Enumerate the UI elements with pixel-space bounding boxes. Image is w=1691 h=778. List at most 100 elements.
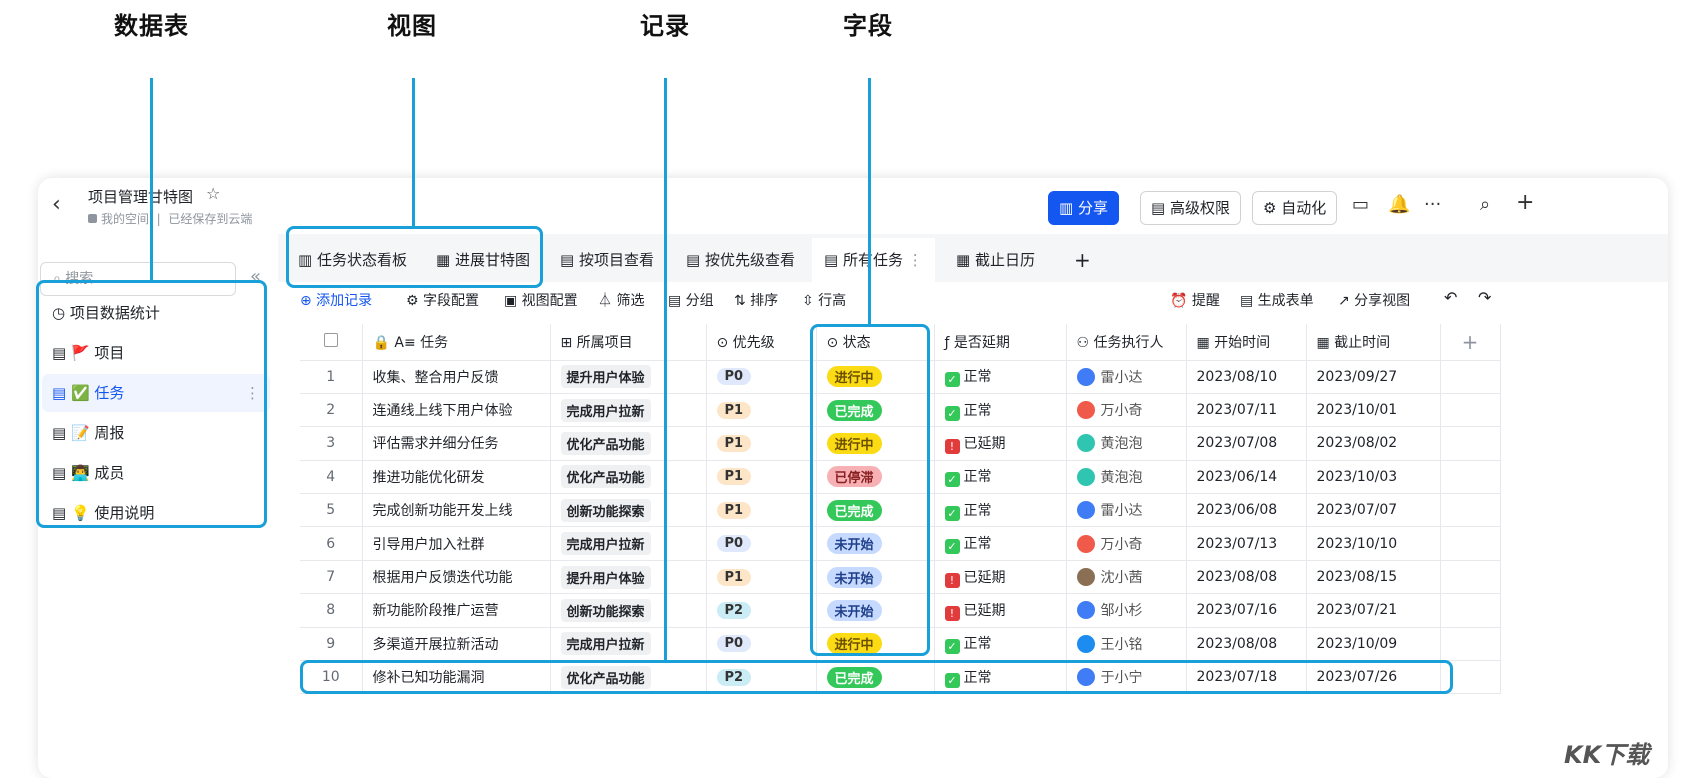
priority-cell[interactable]: P0	[706, 360, 817, 394]
automation-button[interactable]: ⚙ 自动化	[1252, 191, 1338, 225]
end-date-cell[interactable]: 2023/08/15	[1306, 560, 1441, 595]
owner-cell[interactable]: 邹小杉	[1066, 593, 1187, 628]
project-cell[interactable]: 完成用户拉新	[550, 526, 707, 561]
back-icon[interactable]: ‹	[52, 192, 61, 217]
tab-menu-icon[interactable]: ⋮	[903, 251, 923, 269]
delay-cell[interactable]: ! 已延期	[934, 426, 1067, 461]
more-icon[interactable]: ···	[1424, 194, 1441, 215]
delay-cell[interactable]: ! 已延期	[934, 593, 1067, 628]
project-cell[interactable]: 完成用户拉新	[550, 627, 707, 662]
row-number[interactable]: 7	[300, 560, 363, 595]
end-date-cell[interactable]: 2023/10/01	[1306, 393, 1441, 428]
view-tab[interactable]: ▤ 所有任务 ⋮	[812, 238, 935, 282]
priority-cell[interactable]: P2	[706, 593, 817, 628]
column-header[interactable]: ƒ 是否延期	[934, 324, 1067, 361]
start-date-cell[interactable]: 2023/06/14	[1186, 460, 1307, 495]
end-date-cell[interactable]: 2023/10/09	[1306, 627, 1441, 662]
redo-icon[interactable]: ↷	[1478, 288, 1491, 307]
column-header[interactable]: ⊙ 优先级	[706, 324, 817, 361]
priority-cell[interactable]: P0	[706, 627, 817, 662]
project-cell[interactable]: 创新功能探索	[550, 593, 707, 628]
task-cell[interactable]: 评估需求并细分任务	[362, 426, 551, 461]
task-cell[interactable]: 根据用户反馈迭代功能	[362, 560, 551, 595]
add-view-button[interactable]: +	[1074, 238, 1091, 282]
row-height-button[interactable]: ⇳ 行高	[802, 290, 846, 310]
task-cell[interactable]: 新功能阶段推广运营	[362, 593, 551, 628]
owner-cell[interactable]: 黄泡泡	[1066, 426, 1187, 461]
priority-cell[interactable]: P1	[706, 426, 817, 461]
permissions-button[interactable]: ▤ 高级权限	[1140, 191, 1241, 225]
priority-cell[interactable]: P1	[706, 460, 817, 495]
project-cell[interactable]: 提升用户体验	[550, 560, 707, 595]
view-config-button[interactable]: ▣ 视图配置	[504, 290, 578, 310]
end-date-cell[interactable]: 2023/09/27	[1306, 360, 1441, 394]
column-header[interactable]: 🔒 A≡ 任务	[362, 324, 551, 361]
task-cell[interactable]: 收集、整合用户反馈	[362, 360, 551, 394]
start-date-cell[interactable]: 2023/08/08	[1186, 560, 1307, 595]
task-cell[interactable]: 推进功能优化研发	[362, 460, 551, 495]
row-number[interactable]: 2	[300, 393, 363, 428]
task-cell[interactable]: 引导用户加入社群	[362, 526, 551, 561]
share-button[interactable]: ▥ 分享	[1048, 191, 1119, 225]
add-icon[interactable]: +	[1516, 190, 1534, 215]
end-date-cell[interactable]: 2023/08/02	[1306, 426, 1441, 461]
start-date-cell[interactable]: 2023/08/08	[1186, 627, 1307, 662]
search-icon[interactable]: ⌕	[1480, 194, 1490, 215]
owner-cell[interactable]: 雷小达	[1066, 493, 1187, 528]
view-tab[interactable]: ▦ 截止日历	[956, 238, 1035, 282]
priority-cell[interactable]: P1	[706, 393, 817, 428]
priority-cell[interactable]: P1	[706, 493, 817, 528]
space-label[interactable]: 我的空间	[101, 212, 149, 226]
task-cell[interactable]: 多渠道开展拉新活动	[362, 627, 551, 662]
owner-cell[interactable]: 沈小茜	[1066, 560, 1187, 595]
generate-form-button[interactable]: ▤ 生成表单	[1240, 290, 1314, 310]
end-date-cell[interactable]: 2023/07/07	[1306, 493, 1441, 528]
start-date-cell[interactable]: 2023/08/10	[1186, 360, 1307, 394]
task-cell[interactable]: 完成创新功能开发上线	[362, 493, 551, 528]
priority-cell[interactable]: P0	[706, 526, 817, 561]
delay-cell[interactable]: ✓ 正常	[934, 460, 1067, 495]
start-date-cell[interactable]: 2023/07/08	[1186, 426, 1307, 461]
start-date-cell[interactable]: 2023/06/08	[1186, 493, 1307, 528]
priority-cell[interactable]: P1	[706, 560, 817, 595]
end-date-cell[interactable]: 2023/07/21	[1306, 593, 1441, 628]
view-tab[interactable]: ▤ 按优先级查看	[686, 238, 795, 282]
group-button[interactable]: ▤ 分组	[668, 290, 714, 310]
column-header[interactable]: ⊞ 所属项目	[550, 324, 707, 361]
project-cell[interactable]: 优化产品功能	[550, 426, 707, 461]
field-config-button[interactable]: ⚙ 字段配置	[406, 290, 479, 310]
project-cell[interactable]: 优化产品功能	[550, 460, 707, 495]
row-number[interactable]: 8	[300, 593, 363, 628]
start-date-cell[interactable]: 2023/07/13	[1186, 526, 1307, 561]
owner-cell[interactable]: 万小奇	[1066, 526, 1187, 561]
start-date-cell[interactable]: 2023/07/16	[1186, 593, 1307, 628]
select-all-checkbox[interactable]	[300, 324, 363, 361]
end-date-cell[interactable]: 2023/10/10	[1306, 526, 1441, 561]
column-header[interactable]: ⚇ 任务执行人	[1066, 324, 1187, 361]
column-header[interactable]: +	[1440, 324, 1501, 361]
owner-cell[interactable]: 黄泡泡	[1066, 460, 1187, 495]
owner-cell[interactable]: 雷小达	[1066, 360, 1187, 394]
bell-icon[interactable]: 🔔	[1388, 194, 1410, 215]
row-number[interactable]: 9	[300, 627, 363, 662]
row-number[interactable]: 3	[300, 426, 363, 461]
share-view-button[interactable]: ↗ 分享视图	[1338, 290, 1410, 310]
owner-cell[interactable]: 万小奇	[1066, 393, 1187, 428]
undo-icon[interactable]: ↶	[1444, 288, 1457, 307]
owner-cell[interactable]: 王小铭	[1066, 627, 1187, 662]
row-number[interactable]: 1	[300, 360, 363, 394]
star-icon[interactable]: ☆	[206, 184, 220, 203]
row-number[interactable]: 4	[300, 460, 363, 495]
project-cell[interactable]: 创新功能探索	[550, 493, 707, 528]
remind-button[interactable]: ⏰ 提醒	[1170, 290, 1220, 310]
column-header[interactable]: ▦ 截止时间	[1306, 324, 1441, 361]
delay-cell[interactable]: ✓ 正常	[934, 360, 1067, 394]
project-cell[interactable]: 完成用户拉新	[550, 393, 707, 428]
row-number[interactable]: 6	[300, 526, 363, 561]
delay-cell[interactable]: ✓ 正常	[934, 627, 1067, 662]
delay-cell[interactable]: ✓ 正常	[934, 393, 1067, 428]
end-date-cell[interactable]: 2023/10/03	[1306, 460, 1441, 495]
sort-button[interactable]: ⇅ 排序	[734, 290, 778, 310]
add-record-button[interactable]: ⊕ 添加记录	[300, 290, 372, 310]
view-tab[interactable]: ▤ 按项目查看	[560, 238, 654, 282]
